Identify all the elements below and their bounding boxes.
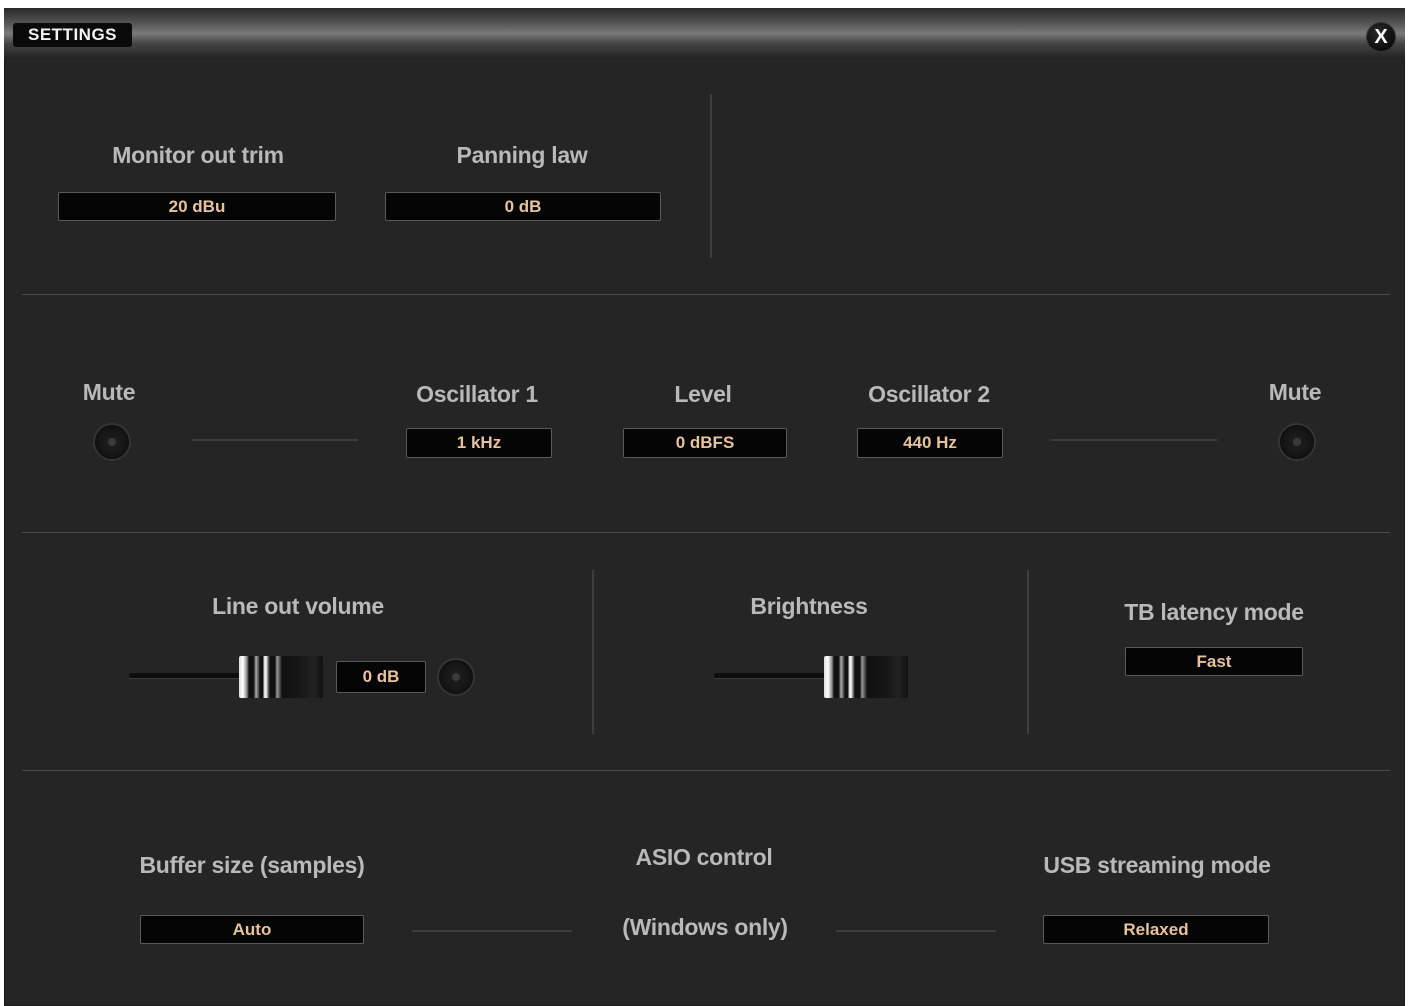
close-button[interactable]: X: [1367, 23, 1395, 51]
monitor-out-trim-label: Monitor out trim: [112, 142, 284, 168]
tb-latency-mode-label: TB latency mode: [1124, 599, 1304, 625]
line-out-volume-field[interactable]: 0 dB: [336, 661, 426, 693]
monitor-out-trim-field[interactable]: 20 dBu: [58, 192, 336, 221]
section-separator-2: [22, 532, 1390, 533]
oscillator2-field[interactable]: 440 Hz: [857, 428, 1003, 458]
window-title: SETTINGS: [13, 23, 133, 47]
section-separator-3: [22, 770, 1390, 771]
mute-left-button[interactable]: [95, 425, 129, 459]
settings-window: SETTINGS X Monitor out trim 20 dBu Panni…: [4, 8, 1405, 1006]
section3-divider: [592, 570, 594, 734]
mute-right-label: Mute: [1268, 379, 1322, 405]
asio-windows-only-note[interactable]: (Windows only): [622, 914, 788, 941]
level-field[interactable]: 0 dBFS: [623, 428, 787, 458]
tb-latency-mode-field[interactable]: Fast: [1125, 647, 1303, 676]
connector-line: [836, 930, 996, 932]
oscillator1-field[interactable]: 1 kHz: [406, 428, 552, 458]
asio-control-label: ASIO control: [635, 844, 773, 870]
usb-streaming-mode-field[interactable]: Relaxed: [1043, 915, 1269, 944]
oscillator2-label: Oscillator 2: [868, 381, 990, 407]
brightness-label: Brightness: [750, 593, 868, 619]
panning-law-label: Panning law: [456, 142, 588, 168]
connector-line: [192, 439, 358, 441]
line-out-slider-handle[interactable]: [239, 656, 323, 698]
buffer-size-label: Buffer size (samples): [139, 852, 365, 878]
usb-streaming-mode-label: USB streaming mode: [1043, 852, 1271, 878]
section3-divider: [1027, 570, 1029, 734]
line-out-slider-track: [129, 673, 249, 678]
mute-right-button[interactable]: [1280, 425, 1314, 459]
connector-line: [1051, 439, 1217, 441]
line-out-volume-label: Line out volume: [212, 593, 384, 619]
panning-law-field[interactable]: 0 dB: [385, 192, 661, 221]
line-out-mute-button[interactable]: [439, 660, 473, 694]
oscillator1-label: Oscillator 1: [416, 381, 538, 407]
connector-line: [412, 930, 572, 932]
section-separator-1: [22, 294, 1390, 295]
buffer-size-field[interactable]: Auto: [140, 915, 364, 944]
brightness-slider-track: [714, 673, 834, 678]
section1-divider: [710, 94, 712, 258]
level-label: Level: [674, 381, 732, 407]
brightness-slider-handle[interactable]: [824, 656, 908, 698]
title-bar: SETTINGS X: [4, 8, 1405, 59]
mute-left-label: Mute: [82, 379, 136, 405]
